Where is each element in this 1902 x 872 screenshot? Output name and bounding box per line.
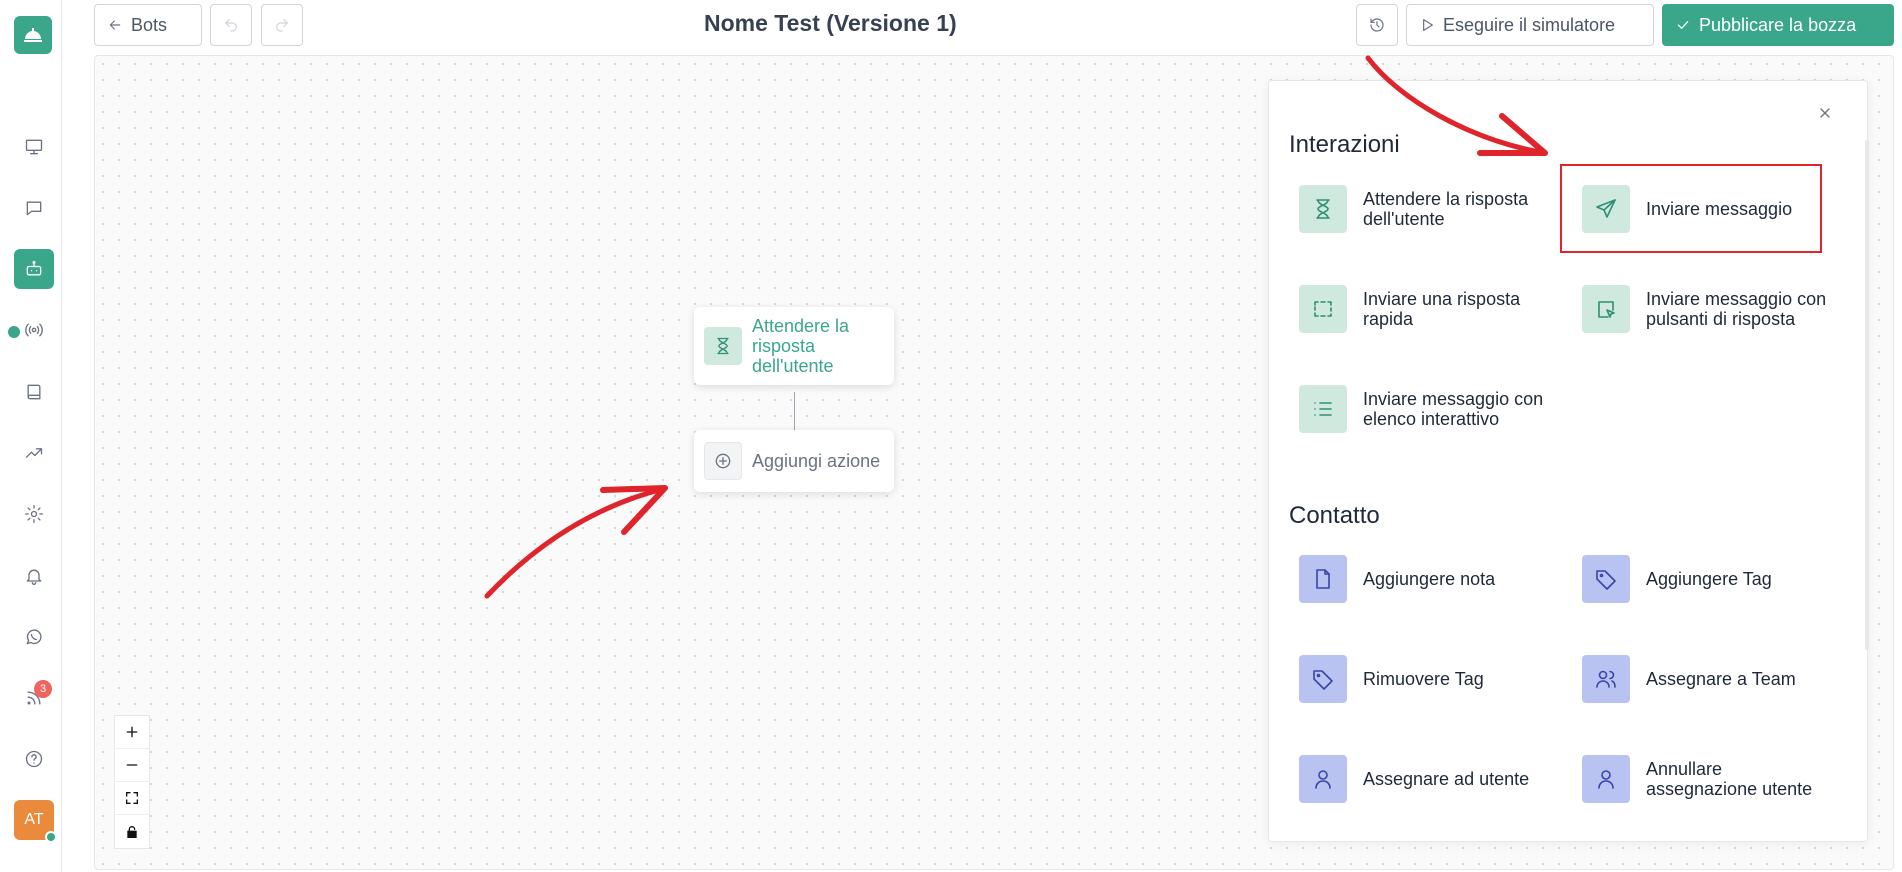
flow-node-label: Aggiungi azione [752, 451, 881, 471]
app-logo-bell-icon[interactable] [14, 16, 52, 54]
flow-connector [794, 392, 795, 430]
action-assign-user[interactable]: Assegnare ad utente [1289, 739, 1559, 819]
flow-node-label: Attendere la risposta dell'utente [752, 316, 850, 376]
publish-label: Pubblicare la bozza [1699, 14, 1857, 35]
back-label: Bots [131, 14, 168, 35]
action-wait-user-response[interactable]: Attendere la risposta dell'utente [1289, 169, 1559, 249]
redo-icon [276, 19, 288, 32]
arrow-left-icon [109, 20, 121, 30]
undo-icon [225, 19, 237, 32]
action-send-message-with-buttons[interactable]: Inviare messaggio con pulsanti di rispos… [1572, 269, 1842, 349]
avatar-initials: AT [24, 811, 44, 828]
quick-reply-icon [1299, 285, 1347, 333]
fit-view-expand-icon[interactable] [115, 782, 149, 815]
action-assign-team[interactable]: Assegnare a Team [1572, 639, 1842, 719]
nav-settings-gear-icon[interactable] [14, 494, 54, 534]
undo-button[interactable] [210, 4, 252, 46]
users-icon [1582, 655, 1630, 703]
action-add-note[interactable]: Aggiungere nota [1289, 539, 1559, 619]
sidebar: 3 AT [0, 0, 62, 872]
history-icon [1370, 18, 1384, 32]
action-label: Inviare una risposta rapida [1363, 289, 1521, 329]
version-history-button[interactable] [1356, 4, 1398, 46]
nav-feed-rss-icon[interactable]: 3 [14, 678, 54, 718]
lock-icon[interactable] [115, 815, 149, 848]
check-icon [1677, 21, 1689, 29]
online-status-dot [45, 831, 57, 843]
simulator-label: Eseguire il simulatore [1443, 14, 1616, 35]
tag-icon [1582, 555, 1630, 603]
action-label: Inviare messaggio con elenco interattivo [1363, 389, 1544, 429]
action-send-message-with-list[interactable]: Inviare messaggio con elenco interattivo [1289, 369, 1559, 449]
user-avatar[interactable]: AT [14, 800, 57, 843]
zoom-in-plus-icon[interactable] [115, 716, 149, 749]
flow-node-wait-user-response[interactable]: Attendere la risposta dell'utente [694, 307, 894, 385]
page-title: Nome Test (Versione 1) [704, 10, 957, 36]
nav-conversations-chat-icon[interactable] [14, 188, 54, 228]
close-icon[interactable] [1813, 101, 1837, 125]
nav-book-icon[interactable] [14, 372, 54, 412]
plus-circle-icon [704, 442, 742, 480]
nav-broadcast-icon[interactable] [14, 310, 54, 350]
action-add-tag[interactable]: Aggiungere Tag [1572, 539, 1842, 619]
play-icon [1423, 19, 1433, 31]
section-title-interactions: Interazioni [1289, 131, 1400, 158]
action-label: Rimuovere Tag [1363, 669, 1484, 689]
user-icon [1582, 755, 1630, 803]
action-label: Attendere la risposta dell'utente [1363, 189, 1529, 229]
action-send-quick-reply[interactable]: Inviare una risposta rapida [1289, 269, 1559, 349]
run-simulator-button[interactable]: Eseguire il simulatore [1406, 4, 1654, 46]
publish-draft-button[interactable]: Pubblicare la bozza [1662, 4, 1894, 46]
annotation-highlight-box [1560, 164, 1822, 253]
hourglass-icon [704, 327, 742, 365]
action-label: Assegnare a Team [1646, 669, 1796, 689]
user-icon [1299, 755, 1347, 803]
nav-help-question-icon[interactable] [14, 739, 54, 779]
panel-scrollbar[interactable] [1865, 140, 1869, 650]
note-icon [1299, 555, 1347, 603]
flow-node-add-action[interactable]: Aggiungi azione [694, 430, 894, 492]
back-to-bots-button[interactable]: Bots [94, 4, 202, 46]
action-unassign-user[interactable]: Annullare assegnazione utente [1572, 739, 1842, 819]
action-label: Aggiungere Tag [1646, 569, 1772, 589]
action-label: Annullare assegnazione utente [1646, 759, 1813, 799]
cursor-click-icon [1582, 285, 1630, 333]
redo-button[interactable] [261, 4, 303, 46]
nav-bots-robot-icon[interactable] [14, 249, 54, 289]
zoom-out-minus-icon[interactable] [115, 749, 149, 782]
nav-notifications-bell-icon[interactable] [14, 556, 54, 596]
nav-analytics-trend-icon[interactable] [14, 433, 54, 473]
action-label: Aggiungere nota [1363, 569, 1496, 589]
list-icon [1299, 385, 1347, 433]
hourglass-icon [1299, 185, 1347, 233]
action-label: Inviare messaggio con pulsanti di rispos… [1646, 289, 1827, 329]
zoom-controls [114, 715, 150, 849]
section-title-contact: Contatto [1289, 502, 1380, 529]
action-label: Assegnare ad utente [1363, 769, 1530, 789]
nav-dashboard-monitor-icon[interactable] [14, 127, 54, 167]
notification-badge: 3 [34, 680, 52, 698]
nav-whatsapp-icon[interactable] [14, 617, 54, 657]
action-remove-tag[interactable]: Rimuovere Tag [1289, 639, 1559, 719]
tag-icon [1299, 655, 1347, 703]
